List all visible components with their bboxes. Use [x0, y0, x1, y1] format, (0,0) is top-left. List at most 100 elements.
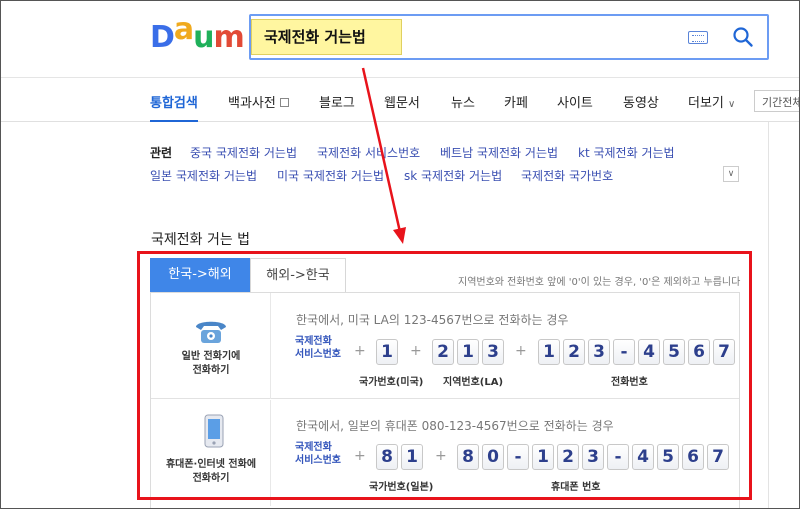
search-tabs-nav: 통합검색 백과사전 블로그 웹문서 뉴스 카페 사이트 동영상 더보기 ∨ 기간… [0, 78, 800, 122]
digit: 1 [401, 444, 423, 470]
chevron-down-icon: ∨ [728, 99, 736, 110]
search-input[interactable]: 국제전화 거는법 [251, 19, 402, 55]
service-label-line: 국제전화 [295, 336, 332, 347]
period-filter[interactable]: 기간전체 [754, 90, 800, 112]
plus-sign: + [435, 448, 447, 464]
guide-row-mobile: 휴대폰·인터넷 전화에 전화하기 한국에서, 일본의 휴대폰 080-123-4… [151, 400, 739, 506]
digit: 7 [713, 339, 735, 365]
digit: 6 [688, 339, 710, 365]
digit: 2 [557, 444, 579, 470]
section-title: 국제전화 거는 법 [151, 232, 251, 248]
header: Daum 국제전화 거는법 [0, 0, 800, 78]
digit: 4 [638, 339, 660, 365]
digit: 4 [632, 444, 654, 470]
digit: - [607, 444, 629, 470]
digit: 3 [482, 339, 504, 365]
related-link[interactable]: 베트남 국제전화 거는법 [440, 144, 558, 161]
country-code-label: 국가번호(일본) [369, 482, 434, 493]
related-link[interactable]: sk 국제전화 거는법 [404, 167, 502, 184]
service-label-line: 서비스번호 [295, 349, 341, 360]
tab-blog[interactable]: 블로그 [319, 92, 355, 111]
tab-korea-to-abroad[interactable]: 한국->해외 [150, 258, 250, 292]
digit: 1 [538, 339, 560, 365]
area-code-digits: 2 1 3 [432, 339, 504, 365]
example-description: 한국에서, 일본의 휴대폰 080-123-4567번으로 전화하는 경우 [296, 419, 614, 433]
service-label-line: 국제전화 [295, 442, 332, 453]
plus-sign: + [410, 343, 422, 359]
service-number-label: 국제전화 서비스번호 [295, 335, 341, 361]
digit: 8 [457, 444, 479, 470]
country-code-digits: 8 1 [376, 444, 423, 470]
digit: 1 [457, 339, 479, 365]
digit: 1 [376, 339, 398, 365]
icon-caption: 전화하기 [192, 473, 230, 484]
tab-news[interactable]: 뉴스 [451, 92, 475, 111]
digit: 8 [376, 444, 398, 470]
example-description: 한국에서, 미국 LA의 123-4567번으로 전화하는 경우 [296, 313, 569, 327]
dialing-note: 지역번호와 전화번호 앞에 '0'이 있는 경우, '0'은 제외하고 누릅니다 [458, 277, 741, 288]
tab-abroad-to-korea[interactable]: 해외->한국 [250, 258, 346, 292]
related-link[interactable]: 미국 국제전화 거는법 [277, 167, 384, 184]
guide-row-landline: 일반 전화기에 전화하기 한국에서, 미국 LA의 123-4567번으로 전화… [151, 293, 739, 399]
row-icon-cell: 휴대폰·인터넷 전화에 전화하기 [151, 400, 271, 506]
digit: - [613, 339, 635, 365]
digit: 5 [657, 444, 679, 470]
digit: - [507, 444, 529, 470]
search-box: 국제전화 거는법 [249, 14, 769, 60]
related-label: 관련 [150, 146, 173, 160]
sidebar-divider [768, 122, 769, 509]
digit: 1 [532, 444, 554, 470]
tab-webdocs[interactable]: 웹문서 [384, 92, 420, 111]
related-link[interactable]: 일본 국제전화 거는법 [150, 167, 257, 184]
tab-more[interactable]: 더보기 ∨ [688, 92, 735, 111]
tab-label: 더보기 [688, 96, 724, 111]
digit: 2 [432, 339, 454, 365]
mobile-number-digits: 8 0 - 1 2 3 - 4 5 6 7 [457, 444, 729, 470]
digit: 2 [563, 339, 585, 365]
dialing-guide-panel: 일반 전화기에 전화하기 한국에서, 미국 LA의 123-4567번으로 전화… [150, 292, 740, 509]
tab-video[interactable]: 동영상 [623, 92, 659, 111]
digit: 7 [707, 444, 729, 470]
logo-letter: a [173, 12, 194, 47]
service-number-label: 국제전화 서비스번호 [295, 441, 341, 467]
country-code-digits: 1 [376, 339, 398, 365]
telephone-icon [196, 321, 226, 343]
tab-site[interactable]: 사이트 [557, 92, 593, 111]
logo-letter: D [150, 20, 175, 55]
related-link[interactable]: kt 국제전화 거는법 [578, 144, 675, 161]
digit: 3 [588, 339, 610, 365]
related-link[interactable]: 국제전화 서비스번호 [317, 144, 420, 161]
digit: 3 [582, 444, 604, 470]
tab-encyclopedia[interactable]: 백과사전 [228, 92, 289, 111]
digit: 5 [663, 339, 685, 365]
phone-number-label: 전화번호 [611, 377, 648, 388]
service-label-line: 서비스번호 [295, 455, 341, 466]
logo-letter: u [193, 20, 214, 55]
icon-caption: 전화하기 [192, 365, 230, 376]
icon-caption: 일반 전화기에 [181, 351, 241, 362]
tab-label: 백과사전 [228, 96, 276, 111]
country-code-label: 국가번호(미국) [359, 377, 424, 388]
phone-number-digits: 1 2 3 - 4 5 6 7 [538, 339, 735, 365]
search-icon[interactable] [732, 26, 754, 48]
tab-cafe[interactable]: 카페 [504, 92, 528, 111]
keyboard-icon[interactable] [688, 31, 708, 44]
digit: 0 [482, 444, 504, 470]
expand-related-button[interactable]: ∨ [723, 166, 739, 182]
row-icon-cell: 일반 전화기에 전화하기 [151, 293, 271, 399]
digit: 6 [682, 444, 704, 470]
area-code-label: 지역번호(LA) [443, 377, 504, 388]
tab-all[interactable]: 통합검색 [150, 92, 198, 122]
related-link[interactable]: 중국 국제전화 거는법 [190, 144, 297, 161]
icon-caption: 휴대폰·인터넷 전화에 [165, 459, 257, 470]
plus-sign: + [354, 448, 366, 464]
new-window-icon [279, 98, 289, 107]
plus-sign: + [354, 343, 366, 359]
intl-call-widget: 한국->해외 해외->한국 지역번호와 전화번호 앞에 '0'이 있는 경우, … [150, 258, 750, 509]
daum-logo[interactable]: Daum [150, 12, 245, 55]
related-link[interactable]: 국제전화 국가번호 [521, 167, 613, 184]
mobile-number-label: 휴대폰 번호 [551, 482, 601, 493]
plus-sign: + [515, 343, 527, 359]
mobile-phone-icon [204, 414, 224, 448]
logo-letter: m [213, 20, 245, 55]
